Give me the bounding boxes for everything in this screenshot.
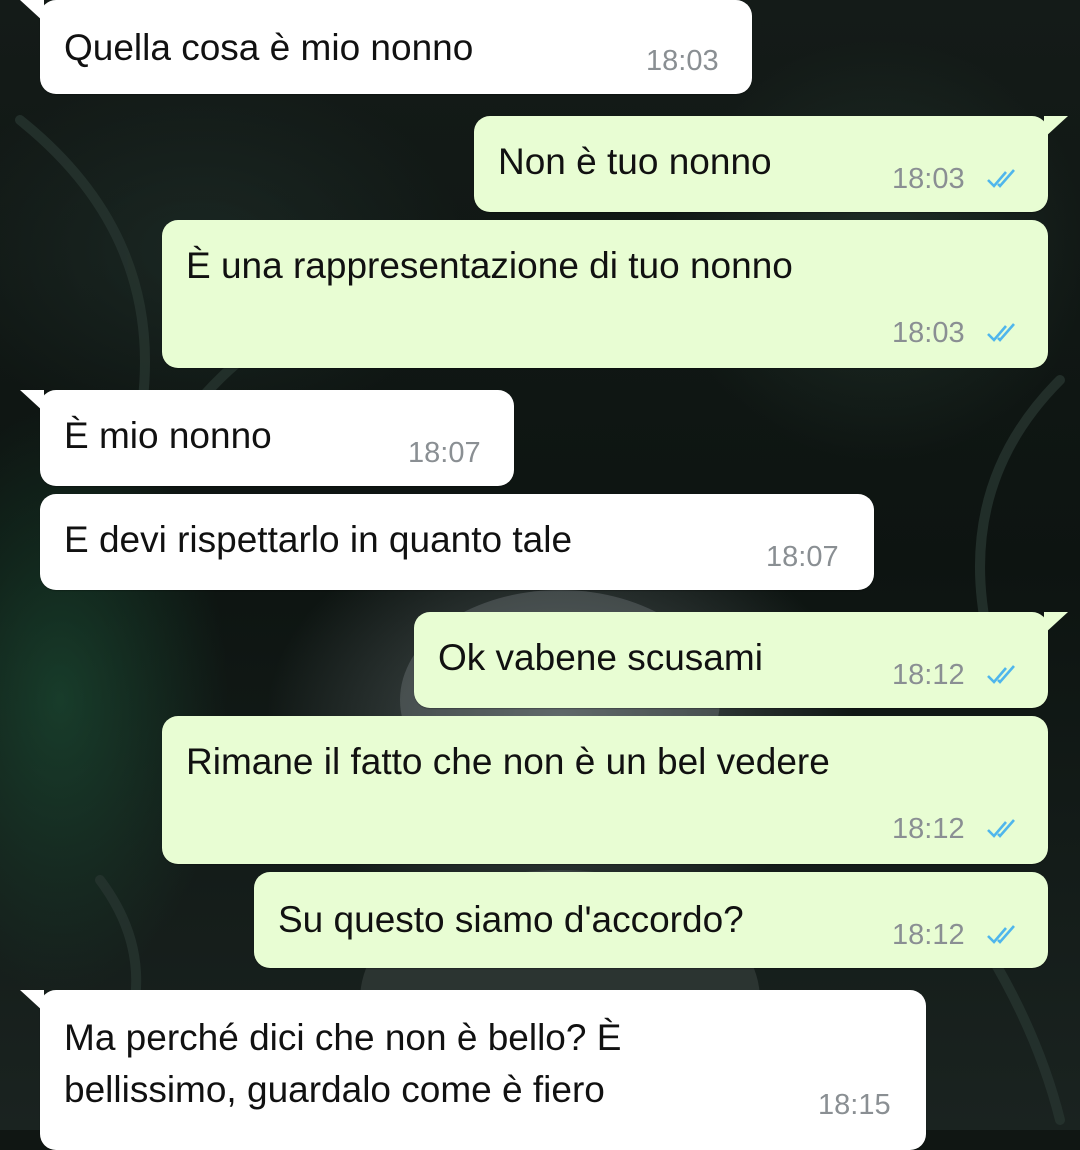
message-text: È una rappresentazione di tuo nonno [186, 245, 793, 286]
message-time: 18:07 [408, 437, 481, 469]
double-check-icon [987, 819, 1015, 838]
double-check-icon [987, 323, 1015, 342]
message-time: 18:12 [892, 919, 965, 951]
message-text: Ok vabene scusami [438, 637, 763, 678]
message-time: 18:12 [892, 659, 965, 691]
bubble-tail [20, 990, 44, 1012]
double-check-icon [987, 169, 1015, 188]
message-text: Non è tuo nonno [498, 141, 772, 182]
outgoing-message[interactable]: Rimane il fatto che non è un bel vedere … [162, 716, 1048, 864]
incoming-message[interactable]: Quella cosa è mio nonno 18:03 [20, 0, 752, 94]
outgoing-message[interactable]: Ok vabene scusami 18:12 [414, 612, 1068, 708]
message-text: Rimane il fatto che non è un bel vedere [186, 741, 830, 782]
incoming-message[interactable]: È mio nonno 18:07 [20, 390, 514, 486]
message-time: 18:15 [818, 1089, 891, 1121]
outgoing-message[interactable]: Non è tuo nonno 18:03 [474, 116, 1068, 212]
message-text: Ma perché dici che non è bello? È bellis… [64, 1017, 622, 1110]
message-time: 18:12 [892, 813, 965, 845]
incoming-message[interactable]: Ma perché dici che non è bello? È bellis… [20, 990, 926, 1150]
double-check-icon [987, 925, 1015, 944]
message-time: 18:03 [646, 45, 719, 77]
incoming-message[interactable]: E devi rispettarlo in quanto tale 18:07 [40, 494, 874, 590]
bubble-tail [1044, 116, 1068, 138]
outgoing-message[interactable]: Su questo siamo d'accordo? 18:12 [254, 872, 1048, 968]
message-text: Su questo siamo d'accordo? [278, 899, 744, 940]
message-time: 18:03 [892, 317, 965, 349]
bubble-tail [1044, 612, 1068, 634]
message-text: È mio nonno [64, 415, 272, 456]
message-time: 18:07 [766, 541, 839, 573]
message-text: Quella cosa è mio nonno [64, 27, 474, 68]
bubble-tail [20, 390, 44, 412]
message-text: E devi rispettarlo in quanto tale [64, 519, 573, 560]
bubble-tail [20, 0, 44, 22]
message-time: 18:03 [892, 163, 965, 195]
double-check-icon [987, 665, 1015, 684]
outgoing-message[interactable]: È una rappresentazione di tuo nonno 18:0… [162, 220, 1048, 368]
